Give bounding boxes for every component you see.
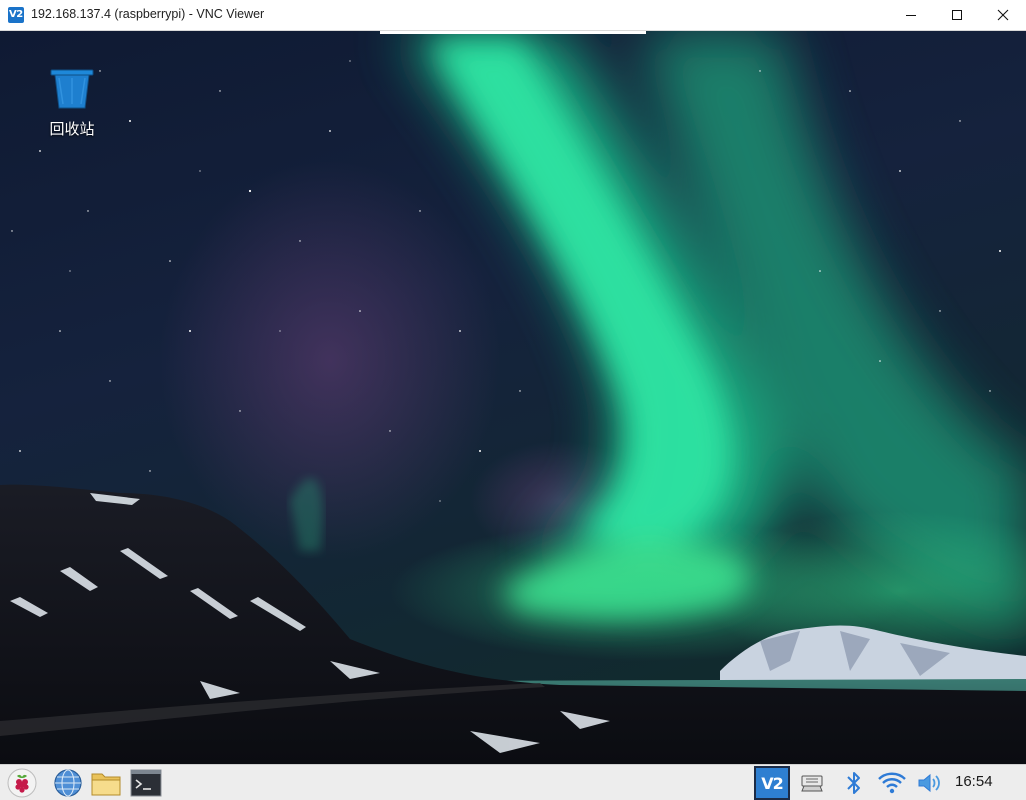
raspberry-menu-button[interactable]	[6, 767, 38, 799]
volume-tray[interactable]	[914, 767, 946, 799]
network-share-icon	[801, 775, 823, 792]
close-icon	[997, 9, 1009, 21]
file-manager-icon	[91, 773, 121, 796]
network-share-tray[interactable]	[796, 767, 828, 799]
close-button[interactable]	[980, 0, 1026, 30]
minimize-icon	[906, 15, 916, 16]
taskbar: V2 16:54	[0, 764, 1026, 800]
bluetooth-icon	[847, 772, 860, 794]
trash-icon	[50, 69, 94, 109]
vnc-server-icon: V2	[761, 773, 783, 793]
window-titlebar[interactable]: V2 192.168.137.4 (raspberrypi) - VNC Vie…	[0, 0, 1026, 31]
terminal-icon	[130, 769, 162, 797]
web-browser-icon	[54, 769, 82, 797]
volume-icon	[918, 773, 940, 793]
trash-label: 回收站	[49, 120, 95, 138]
raspberry-menu-icon	[7, 768, 37, 798]
web-browser-button[interactable]	[52, 767, 84, 799]
minimize-button[interactable]	[888, 0, 934, 30]
aurora-wallpaper	[0, 31, 1026, 764]
window-title: 192.168.137.4 (raspberrypi) - VNC Viewer	[31, 7, 265, 21]
remote-desktop[interactable]: 回收站	[0, 31, 1026, 764]
terminal-button[interactable]	[130, 767, 162, 799]
wifi-tray[interactable]	[876, 767, 908, 799]
vnc-server-tray[interactable]: V2	[754, 766, 790, 800]
wifi-icon	[878, 772, 906, 794]
maximize-button[interactable]	[934, 0, 980, 30]
desktop-icon-trash[interactable]: 回收站	[40, 68, 104, 139]
bluetooth-tray[interactable]	[838, 767, 870, 799]
maximize-icon	[952, 10, 962, 20]
file-manager-button[interactable]	[90, 767, 122, 799]
clock[interactable]: 16:54	[955, 773, 993, 790]
vnc-toolbar-handle[interactable]	[380, 31, 646, 34]
vnc-viewer-app-icon: V2	[8, 7, 24, 23]
